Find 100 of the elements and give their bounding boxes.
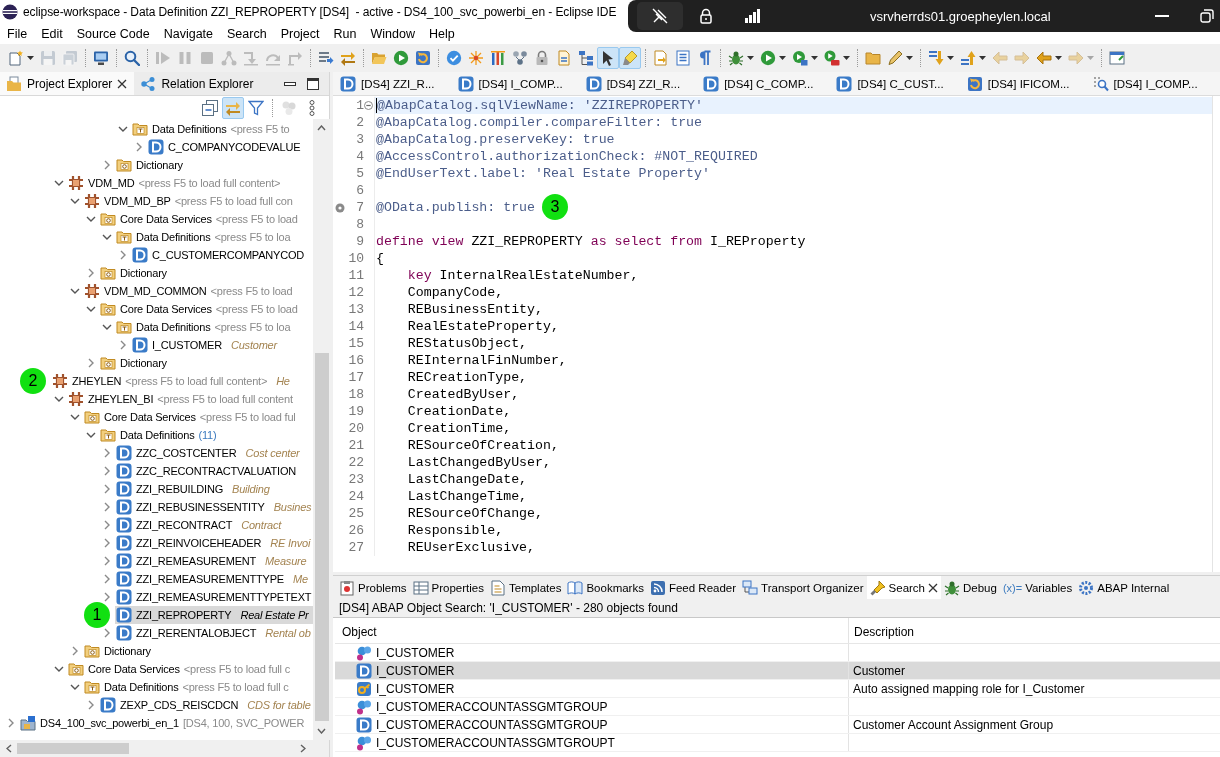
chevron-right-icon[interactable] [7, 718, 15, 728]
table-row[interactable]: I_CUSTOMER Auto assigned mapping role for I_Customer [335, 680, 1220, 698]
tree-item[interactable]: VDM_MD_COMMON <press F5 to load [83, 282, 313, 300]
tree-item[interactable]: ZZI_REMEASUREMENTTYPE Me [115, 570, 313, 588]
tree-item[interactable]: Dictionary [83, 642, 313, 660]
menu-item[interactable]: Navigate [156, 25, 220, 43]
editor-tab[interactable]: [DS4] I_COMP... [453, 72, 582, 95]
panel-tab[interactable]: Templates [487, 576, 565, 599]
tree-item[interactable]: ZZC_COSTCENTER Cost center [115, 444, 313, 462]
column-header[interactable]: Object [335, 618, 849, 643]
chevron-down-icon[interactable] [86, 431, 96, 439]
chevron-right-icon[interactable] [103, 592, 111, 602]
tree-item[interactable]: Core Data Services <press F5 to load [99, 300, 313, 318]
maximize-icon[interactable] [307, 77, 319, 90]
editor-tab[interactable]: [DS4] ZZI_R... [336, 72, 454, 95]
minus-circle-icon[interactable] [364, 101, 373, 110]
panel-tab[interactable]: Transport Organizer [739, 576, 867, 599]
editor-tab[interactable]: [DS4] C_CUST... [832, 72, 963, 95]
panel-tab[interactable]: Search [866, 576, 941, 599]
table-row[interactable]: I_CUSTOMERACCOUNTASSGMTGROUP Customer Account Assignment Group [335, 716, 1220, 734]
panel-tab[interactable]: Bookmarks [564, 576, 647, 599]
tree-item[interactable]: ZEXP_CDS_REISCDCN CDS for table [99, 696, 313, 714]
tree-item[interactable]: Dictionary [99, 354, 313, 372]
chevron-right-icon[interactable] [103, 160, 111, 170]
chevron-down-icon[interactable] [70, 287, 80, 295]
panel-tab[interactable]: Debug [941, 576, 1000, 599]
tree-item[interactable]: Data Definitions <press F5 to load full c [83, 678, 313, 696]
column-header[interactable]: Description [849, 618, 1220, 643]
toolbar-button[interactable] [597, 47, 619, 69]
editor-tab[interactable]: [DS4] IFICOM... [962, 72, 1089, 95]
pin-button[interactable] [637, 2, 683, 30]
tree-item[interactable]: Dictionary [115, 156, 313, 174]
chevron-down-icon[interactable] [70, 413, 80, 421]
tree-item[interactable]: VDM_MD <press F5 to load full content> [67, 174, 313, 192]
chevron-right-icon[interactable] [103, 448, 111, 458]
tree-item[interactable]: DS4_100_svc_powerbi_en_1 [DS4, 100, SVC_POWER [19, 714, 313, 732]
editor-tab[interactable]: [DS4] ZZI_R... [581, 72, 700, 95]
panel-tab[interactable]: Problems [336, 576, 410, 599]
chevron-down-icon[interactable] [86, 305, 96, 313]
tree-item[interactable]: Core Data Services <press F5 to load ful [83, 408, 313, 426]
menu-item[interactable]: Run [326, 25, 364, 43]
tree-item[interactable]: Core Data Services <press F5 to load [99, 210, 313, 228]
tree-item[interactable]: ZZI_RECONTRACT Contract [115, 516, 313, 534]
menu-item[interactable]: Source Code [69, 25, 157, 43]
chevron-right-icon[interactable] [103, 538, 111, 548]
chevron-right-icon[interactable] [103, 466, 111, 476]
tree-item[interactable]: Data Definitions <press F5 to loa [115, 318, 313, 336]
chevron-down-icon[interactable] [54, 395, 64, 403]
tree-item[interactable]: Data Definitions <press F5 to loa [115, 228, 313, 246]
tree-item[interactable]: ZHEYLEN_BI <press F5 to load full content [67, 390, 313, 408]
menu-item[interactable]: Project [273, 25, 327, 43]
chevron-right-icon[interactable] [119, 250, 127, 260]
close-icon[interactable] [117, 78, 128, 89]
tree-item[interactable]: ZZC_RECONTRACTVALUATION [115, 462, 313, 480]
tree-item[interactable]: ZZI_REINVOICEHEADER RE Invoi [115, 534, 313, 552]
tree-item[interactable]: Data Definitions (11) [99, 426, 313, 444]
chevron-right-icon[interactable] [135, 142, 143, 152]
tree-item[interactable]: ZZI_REMEASUREMENTTYPETEXT [115, 588, 313, 606]
tree-item[interactable]: C_CUSTOMERCOMPANYCOD [131, 246, 313, 264]
table-row[interactable]: I_CUSTOMER Customer [335, 662, 1220, 680]
tree-item[interactable]: ZZI_REBUILDING Building [115, 480, 313, 498]
chevron-right-icon[interactable] [103, 574, 111, 584]
tree-item[interactable]: Core Data Services <press F5 to load full c [67, 660, 313, 678]
chevron-down-icon[interactable] [102, 233, 112, 241]
panel-tab[interactable]: ABAP Internal [1075, 576, 1173, 599]
chevron-right-icon[interactable] [103, 556, 111, 566]
scrollbar-thumb[interactable] [17, 743, 129, 754]
tree-item[interactable]: ZZI_REBUSINESSENTITY Busines [115, 498, 313, 516]
table-row[interactable]: I_CUSTOMERACCOUNTASSGMTGROUPT [335, 734, 1220, 752]
chevron-down-icon[interactable] [54, 665, 64, 673]
scrollbar-thumb[interactable] [314, 353, 329, 721]
view-tab[interactable]: Project Explorer [0, 72, 135, 95]
table-row[interactable]: I_CUSTOMERACCOUNTASSGMTGROUP [335, 698, 1220, 716]
editor-tab[interactable]: [DS4] C_COMP... [699, 72, 833, 95]
menu-item[interactable]: Search [220, 25, 274, 43]
chevron-right-icon[interactable] [103, 520, 111, 530]
menu-item[interactable]: Window [363, 25, 422, 43]
scroll-down-icon[interactable] [317, 728, 326, 734]
chevron-right-icon[interactable] [87, 268, 95, 278]
minimize-icon[interactable] [284, 81, 296, 86]
menu-item[interactable]: Edit [34, 25, 70, 43]
chevron-right-icon[interactable] [103, 484, 111, 494]
chevron-down-icon[interactable] [54, 179, 64, 187]
chevron-right-icon[interactable] [103, 628, 111, 638]
tree-item[interactable]: C_COMPANYCODEVALUE [147, 138, 313, 156]
tree-item[interactable]: Data Definitions <press F5 to [131, 120, 313, 138]
chevron-right-icon[interactable] [87, 358, 95, 368]
chevron-down-icon[interactable] [70, 683, 80, 691]
tree-item[interactable]: ZZI_REMEASUREMENT Measure [115, 552, 313, 570]
scroll-left-icon[interactable] [6, 744, 12, 753]
chevron-right-icon[interactable] [71, 646, 79, 656]
close-icon[interactable] [928, 582, 938, 593]
chevron-down-icon[interactable] [102, 323, 112, 331]
tree-item[interactable]: ZHEYLEN <press F5 to load full content> He [51, 372, 313, 390]
chevron-right-icon[interactable] [119, 340, 127, 350]
scroll-right-icon[interactable] [300, 744, 306, 753]
chevron-down-icon[interactable] [70, 197, 80, 205]
panel-tab[interactable]: Feed Reader [646, 576, 740, 599]
tree-item[interactable]: I_CUSTOMER Customer [131, 336, 313, 354]
chevron-down-icon[interactable] [86, 215, 96, 223]
